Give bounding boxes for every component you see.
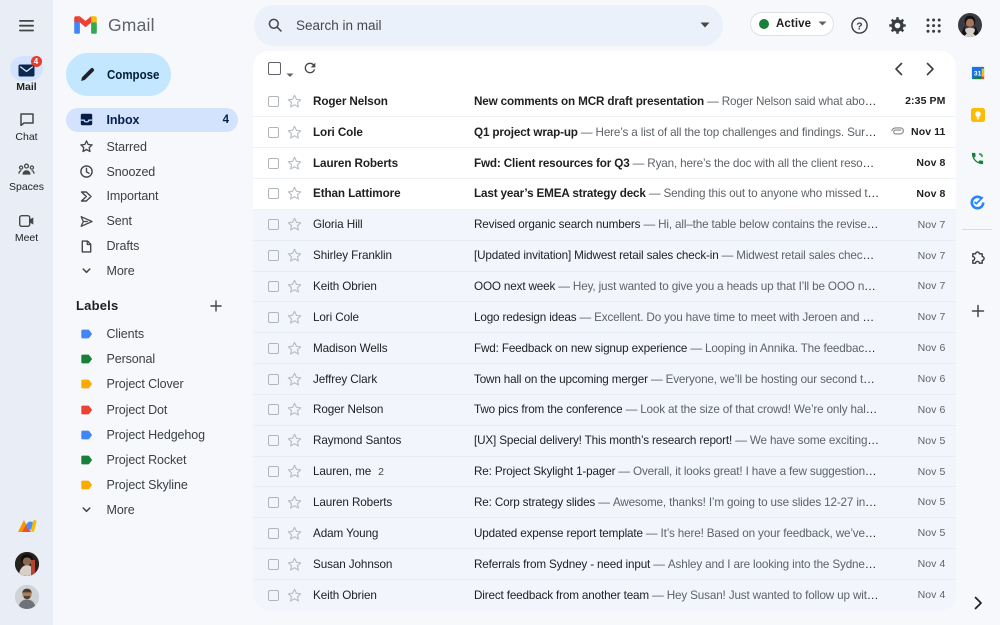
svg-text:31: 31 (973, 70, 981, 77)
svg-text:?: ? (856, 21, 862, 33)
